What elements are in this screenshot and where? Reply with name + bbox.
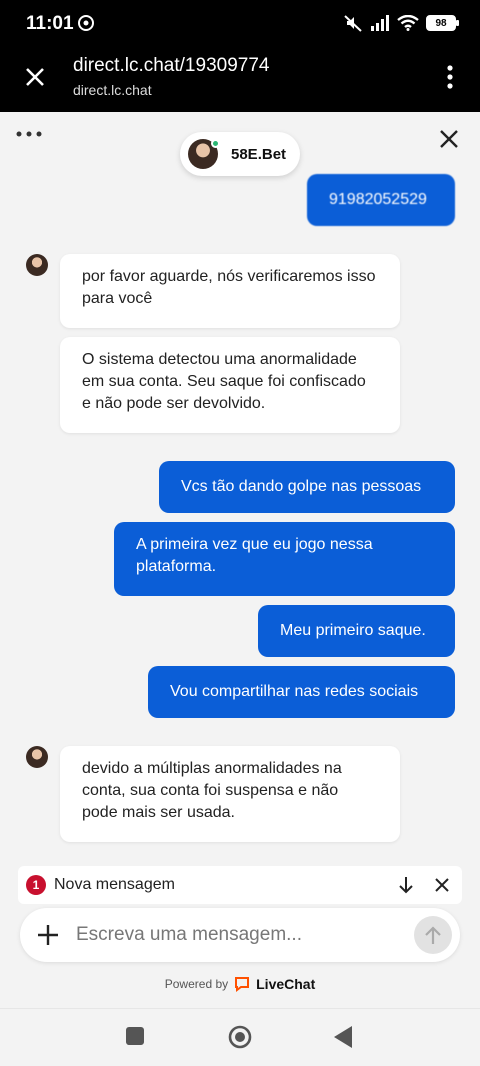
page-host: direct.lc.chat xyxy=(73,82,152,98)
online-status-dot xyxy=(211,139,220,148)
browser-bar: direct.lc.chat/19309774 direct.lc.chat xyxy=(0,46,480,112)
chat-options-icon[interactable] xyxy=(16,130,42,138)
powered-by: Powered by LiveChat xyxy=(0,976,480,992)
recents-button-icon[interactable] xyxy=(126,1027,144,1045)
visitor-message: 91982052529 xyxy=(307,174,455,226)
visitor-message: Meu primeiro saque. xyxy=(258,605,455,657)
overflow-menu-icon[interactable] xyxy=(446,64,454,90)
back-button-icon[interactable] xyxy=(334,1026,352,1048)
agent-message: devido a múltiplas anormalidades na cont… xyxy=(60,746,400,842)
system-navigation-bar xyxy=(0,1008,480,1066)
agent-header[interactable]: 58E.Bet xyxy=(180,132,300,176)
visitor-message: A primeira vez que eu jogo nessa platafo… xyxy=(114,522,455,596)
status-bar: 11:01 98 xyxy=(0,0,480,46)
agent-avatar xyxy=(188,139,220,169)
new-message-label: Nova mensagem xyxy=(54,876,175,893)
chrome-icon xyxy=(78,15,94,31)
visitor-message: Vcs tão dando golpe nas pessoas xyxy=(159,461,455,513)
agent-message: O sistema detectou uma anormalidade em s… xyxy=(60,337,400,433)
send-button[interactable] xyxy=(414,916,452,954)
arrow-down-icon[interactable] xyxy=(398,876,414,894)
status-time: 11:01 xyxy=(26,13,74,34)
message-composer xyxy=(20,908,460,962)
livechat-logo-icon xyxy=(235,977,250,992)
agent-message-avatar xyxy=(26,746,48,768)
attach-plus-icon[interactable] xyxy=(36,923,60,947)
livechat-brand[interactable]: LiveChat xyxy=(256,976,315,992)
signal-icon xyxy=(371,15,389,31)
home-button-icon[interactable] xyxy=(228,1025,252,1049)
wifi-icon xyxy=(397,15,419,31)
agent-message: por favor aguarde, nós verificaremos iss… xyxy=(60,254,400,328)
close-chat-icon[interactable] xyxy=(438,128,460,150)
page-url[interactable]: direct.lc.chat/19309774 xyxy=(73,55,269,77)
agent-message-avatar xyxy=(26,254,48,276)
new-message-count-badge: 1 xyxy=(26,875,46,895)
battery-indicator: 98 xyxy=(426,15,459,31)
close-tab-icon[interactable] xyxy=(22,64,48,90)
arrow-up-icon xyxy=(425,926,441,944)
visitor-message: Vou compartilhar nas redes sociais xyxy=(148,666,455,718)
message-input[interactable] xyxy=(76,918,396,952)
agent-name: 58E.Bet xyxy=(231,145,287,163)
new-message-banner[interactable]: 1 Nova mensagem xyxy=(18,866,462,904)
dismiss-banner-icon[interactable] xyxy=(434,877,450,893)
powered-by-prefix: Powered by xyxy=(164,977,229,991)
mute-icon xyxy=(344,15,362,32)
